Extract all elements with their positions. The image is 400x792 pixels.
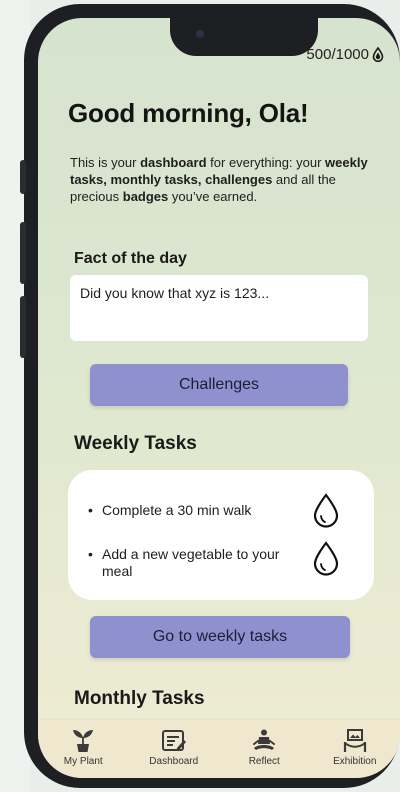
- intro-text-1: This is your: [70, 155, 141, 170]
- tab-label: Exhibition: [333, 756, 377, 767]
- tab-label: Dashboard: [149, 756, 199, 767]
- tab-my-plant[interactable]: My Plant: [43, 720, 123, 767]
- list-item[interactable]: • Complete a 30 min walk: [88, 502, 298, 519]
- tab-label: Reflect: [248, 756, 280, 767]
- phone-frame: 500/1000 Good morning, Ola! This is your…: [20, 4, 400, 788]
- volume-down-button: [20, 296, 26, 358]
- mute-switch: [20, 160, 26, 194]
- exhibition-icon: [343, 729, 366, 752]
- meditation-icon: [253, 729, 276, 750]
- intro-text-4: you’ve earned.: [168, 189, 258, 204]
- monthly-tasks-title: Monthly Tasks: [74, 688, 205, 709]
- task-text: Complete a 30 min walk: [102, 502, 252, 518]
- water-drop-icon: [372, 47, 384, 62]
- weekly-tasks-card: • Complete a 30 min walk • Add a new veg…: [68, 470, 374, 600]
- dashboard-intro: This is your dashboard for everything: y…: [70, 154, 370, 205]
- fact-of-day-title: Fact of the day: [74, 250, 187, 267]
- greeting-title: Good morning, Ola!: [68, 98, 309, 128]
- tab-exhibition[interactable]: Exhibition: [315, 720, 395, 767]
- camera-dot: [196, 30, 204, 38]
- plant-icon: [73, 730, 94, 752]
- tab-label: My Plant: [63, 756, 103, 767]
- list-item[interactable]: • Add a new vegetable to your meal: [88, 546, 298, 580]
- go-to-weekly-tasks-button[interactable]: Go to weekly tasks: [90, 616, 350, 658]
- bullet: •: [88, 502, 93, 518]
- bottom-tab-bar: My Plant Dashboard Reflect Exhibition: [38, 720, 400, 778]
- intro-bold-dashboard: dashboard: [140, 155, 207, 170]
- volume-up-button: [20, 222, 26, 284]
- water-drop-icon[interactable]: [312, 540, 340, 576]
- bullet: •: [88, 546, 93, 562]
- weekly-tasks-title: Weekly Tasks: [74, 433, 197, 454]
- app-screen: 500/1000 Good morning, Ola! This is your…: [38, 18, 400, 778]
- points-value: 500/1000: [306, 46, 369, 63]
- camera-notch: [170, 18, 318, 56]
- tab-reflect[interactable]: Reflect: [224, 720, 304, 767]
- water-drop-icon[interactable]: [312, 492, 340, 528]
- task-text: Add a new vegetable to your meal: [102, 546, 280, 579]
- dashboard-icon: [161, 730, 186, 751]
- challenges-button[interactable]: Challenges: [90, 364, 348, 406]
- fact-of-day-box: Did you know that xyz is 123...: [70, 275, 368, 341]
- intro-text-2: for everything: your: [206, 155, 326, 170]
- points-counter: 500/1000: [306, 46, 384, 63]
- tab-dashboard[interactable]: Dashboard: [134, 720, 214, 767]
- intro-bold-badges: badges: [122, 189, 169, 204]
